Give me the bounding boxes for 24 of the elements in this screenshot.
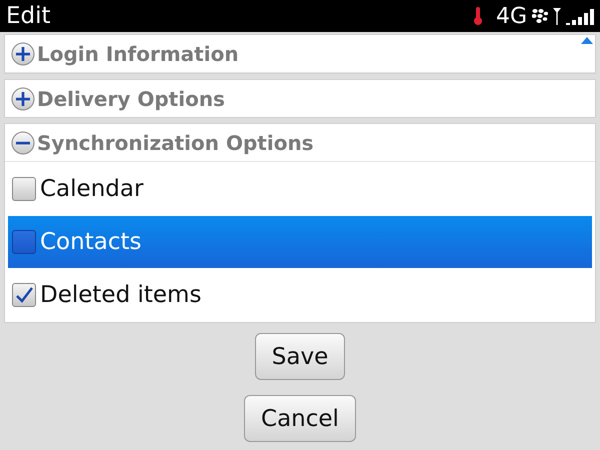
expand-icon[interactable] <box>11 86 35 110</box>
logo-icon <box>532 8 548 24</box>
item-label: Deleted items <box>40 282 202 308</box>
collapse-icon[interactable] <box>11 130 35 154</box>
signal-icon <box>566 7 596 25</box>
thermometer-icon <box>472 6 483 26</box>
scroll-up-icon <box>581 37 593 44</box>
list-item[interactable]: Calendar <box>8 163 592 215</box>
section-header[interactable]: Delivery Options <box>37 86 225 110</box>
expand-icon[interactable] <box>11 42 35 66</box>
checkbox[interactable] <box>12 177 36 201</box>
action-button[interactable]: Save <box>254 333 346 380</box>
section-header[interactable]: Synchronization Options <box>37 130 314 154</box>
checkbox[interactable] <box>12 283 36 307</box>
section-header[interactable]: Login Information <box>37 42 239 66</box>
window-title: Edit <box>6 3 51 29</box>
list-item[interactable]: Contacts <box>8 216 592 268</box>
item-label: Contacts <box>40 229 142 255</box>
action-button[interactable]: Cancel <box>244 395 356 442</box>
antenna-icon <box>553 7 561 25</box>
checkbox[interactable] <box>12 230 36 254</box>
item-label: Calendar <box>40 176 144 202</box>
network-label: 4G <box>496 4 527 28</box>
list-item[interactable]: Deleted items <box>8 269 592 321</box>
